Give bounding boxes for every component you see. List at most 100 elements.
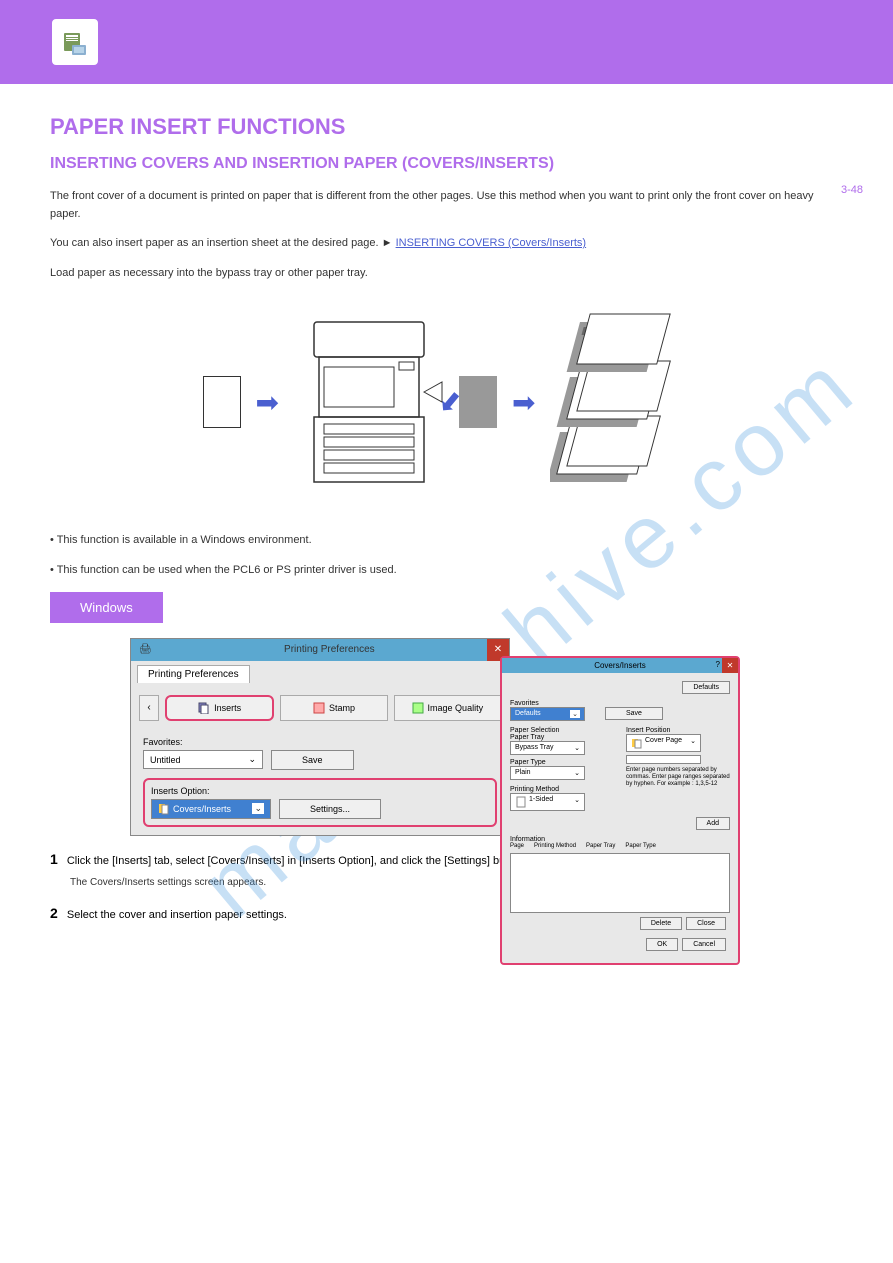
stamp-icon xyxy=(313,702,325,714)
chevron-down-icon: ⌄ xyxy=(574,769,580,777)
favorites-label: Favorites: xyxy=(143,737,497,747)
one-sided-icon xyxy=(515,796,527,808)
chevron-down-icon: ⌄ xyxy=(574,796,580,808)
paper-selection-column: Paper Selection Paper Tray Bypass Tray⌄ … xyxy=(510,727,614,811)
information-label: Information xyxy=(510,836,730,843)
paper-selection-label: Paper Selection xyxy=(510,727,614,734)
dialog-close-button[interactable]: ✕ xyxy=(722,658,738,673)
page-content: 3-48 manualshive.com PAPER INSERT FUNCTI… xyxy=(0,84,893,959)
settings-button[interactable]: Settings... xyxy=(279,799,381,819)
list-item-2: • This function can be used when the PCL… xyxy=(50,562,843,580)
col-tray: Paper Tray xyxy=(586,843,615,849)
inserts-option-dropdown[interactable]: Covers/Inserts ⌄ xyxy=(151,799,271,819)
paragraph-2: You can also insert paper as an insertio… xyxy=(50,235,843,253)
paragraph-3: Load paper as necessary into the bypass … xyxy=(50,265,843,283)
window-titlebar: 🖨 Printing Preferences ✕ xyxy=(131,639,509,661)
step-2-text: Select the cover and insertion paper set… xyxy=(67,909,287,921)
output-stack-illustration xyxy=(550,312,690,492)
cancel-button[interactable]: Cancel xyxy=(682,938,726,951)
col-page: Page xyxy=(510,843,524,849)
toolbar-row: ‹ Inserts Stamp Image Quality xyxy=(131,687,509,729)
delete-button[interactable]: Delete xyxy=(640,917,682,930)
section-subtitle: INSERTING COVERS AND INSERTION PAPER (CO… xyxy=(50,155,843,173)
chevron-down-icon: ⌄ xyxy=(570,710,580,718)
paper-type-label: Paper Type xyxy=(510,759,614,766)
printing-method-label: Printing Method xyxy=(510,786,614,793)
image-quality-icon xyxy=(412,702,424,714)
information-listbox[interactable] xyxy=(510,853,730,913)
inserts-option-highlight: Inserts Option: Covers/Inserts ⌄ Setting… xyxy=(143,778,497,827)
printing-preferences-window: 🖨 Printing Preferences ✕ Printing Prefer… xyxy=(130,638,510,836)
paper-type-dropdown[interactable]: Plain ⌄ xyxy=(510,766,585,780)
tab-row: Printing Preferences xyxy=(131,661,509,687)
printing-method-value: 1-Sided xyxy=(529,796,553,808)
tab-inserts[interactable]: Inserts xyxy=(165,695,274,721)
dlg-favorites-dropdown[interactable]: Defaults ⌄ xyxy=(510,707,585,721)
insert-position-column: Insert Position Cover Page ⌄ Enter page … xyxy=(626,727,730,811)
dialog-body: Defaults Favorites Defaults ⌄ Save Paper … xyxy=(502,673,738,963)
printer-doc-icon xyxy=(50,17,100,67)
windows-label: Windows xyxy=(50,592,163,623)
cover-page-icon xyxy=(631,737,643,749)
page-number: 3-48 xyxy=(841,184,863,196)
inserts-option-label: Inserts Option: xyxy=(151,786,489,796)
paper-tray-label: Paper Tray xyxy=(510,734,614,741)
defaults-button[interactable]: Defaults xyxy=(682,681,730,694)
inserts-option-value: Covers/Inserts xyxy=(173,804,231,814)
page-numbers-input[interactable] xyxy=(626,755,701,764)
header-bar xyxy=(0,0,893,84)
screenshot-container: 🖨 Printing Preferences ✕ Printing Prefer… xyxy=(130,638,843,836)
col-type: Paper Type xyxy=(625,843,656,849)
dialog-title: Covers/Inserts xyxy=(594,661,646,670)
window-icon: 🖨 xyxy=(139,644,152,655)
chevron-down-icon: ⌄ xyxy=(252,803,264,814)
insert-position-dropdown[interactable]: Cover Page ⌄ xyxy=(626,734,701,752)
add-button[interactable]: Add xyxy=(696,817,730,830)
list-item-1: • This function is available in a Window… xyxy=(50,532,843,550)
para2-prefix: You can also insert paper as an insertio… xyxy=(50,237,396,249)
section-title: PAPER INSERT FUNCTIONS xyxy=(50,114,843,140)
favorites-dropdown[interactable]: Untitled ⌄ xyxy=(143,750,263,769)
arrow-icon: ➡ xyxy=(256,386,279,419)
insert-position-label: Insert Position xyxy=(626,727,730,734)
close-button[interactable]: Close xyxy=(686,917,726,930)
covers-inserts-dialog: Covers/Inserts ? ✕ Defaults Favorites De… xyxy=(500,656,740,965)
process-diagram: ➡ ➡ ➡ xyxy=(50,312,843,492)
step-2-num: 2 xyxy=(50,905,58,921)
step-1-text: Click the [Inserts] tab, select [Covers/… xyxy=(67,855,527,867)
window-title: Printing Preferences xyxy=(158,644,501,655)
tab-inserts-label: Inserts xyxy=(214,703,241,713)
inserts-icon xyxy=(198,702,210,714)
step-1-num: 1 xyxy=(50,851,58,867)
tab-image-quality-label: Image Quality xyxy=(428,703,484,713)
link-inserting-covers[interactable]: INSERTING COVERS (Covers/Inserts) xyxy=(396,237,587,249)
tab-stamp-label: Stamp xyxy=(329,703,355,713)
insert-position-value: Cover Page xyxy=(645,737,682,749)
dialog-titlebar: Covers/Inserts ? ✕ xyxy=(502,658,738,673)
arrow-icon-2: ➡ xyxy=(512,386,535,419)
paper-tray-dropdown[interactable]: Bypass Tray ⌄ xyxy=(510,741,585,755)
favorites-value: Untitled xyxy=(150,755,181,765)
tab-stamp[interactable]: Stamp xyxy=(280,695,387,721)
chevron-down-icon: ⌄ xyxy=(574,744,580,752)
dlg-save-button[interactable]: Save xyxy=(605,707,663,720)
paper-type-value: Plain xyxy=(515,769,531,777)
chevron-down-icon: ⌄ xyxy=(248,754,256,765)
form-section: Favorites: Untitled ⌄ Save Inserts Optio… xyxy=(131,729,509,835)
covers-inserts-icon xyxy=(158,803,170,815)
paper-tray-value: Bypass Tray xyxy=(515,744,554,752)
tab-printing-preferences[interactable]: Printing Preferences xyxy=(137,665,250,683)
dlg-favorites-label: Favorites xyxy=(510,700,730,707)
dlg-favorites-value: Defaults xyxy=(515,710,541,718)
ok-button[interactable]: OK xyxy=(646,938,678,951)
col-method: Printing Method xyxy=(534,843,576,849)
save-button[interactable]: Save xyxy=(271,750,354,770)
hint-text: Enter page numbers separated by commas. … xyxy=(626,767,730,789)
printer-illustration xyxy=(294,312,444,492)
nav-prev-button[interactable]: ‹ xyxy=(139,695,159,721)
chevron-down-icon: ⌄ xyxy=(690,737,696,749)
help-button[interactable]: ? xyxy=(716,660,720,669)
input-page-icon xyxy=(203,376,241,428)
printing-method-dropdown[interactable]: 1-Sided ⌄ xyxy=(510,793,585,811)
tab-image-quality[interactable]: Image Quality xyxy=(394,695,501,721)
